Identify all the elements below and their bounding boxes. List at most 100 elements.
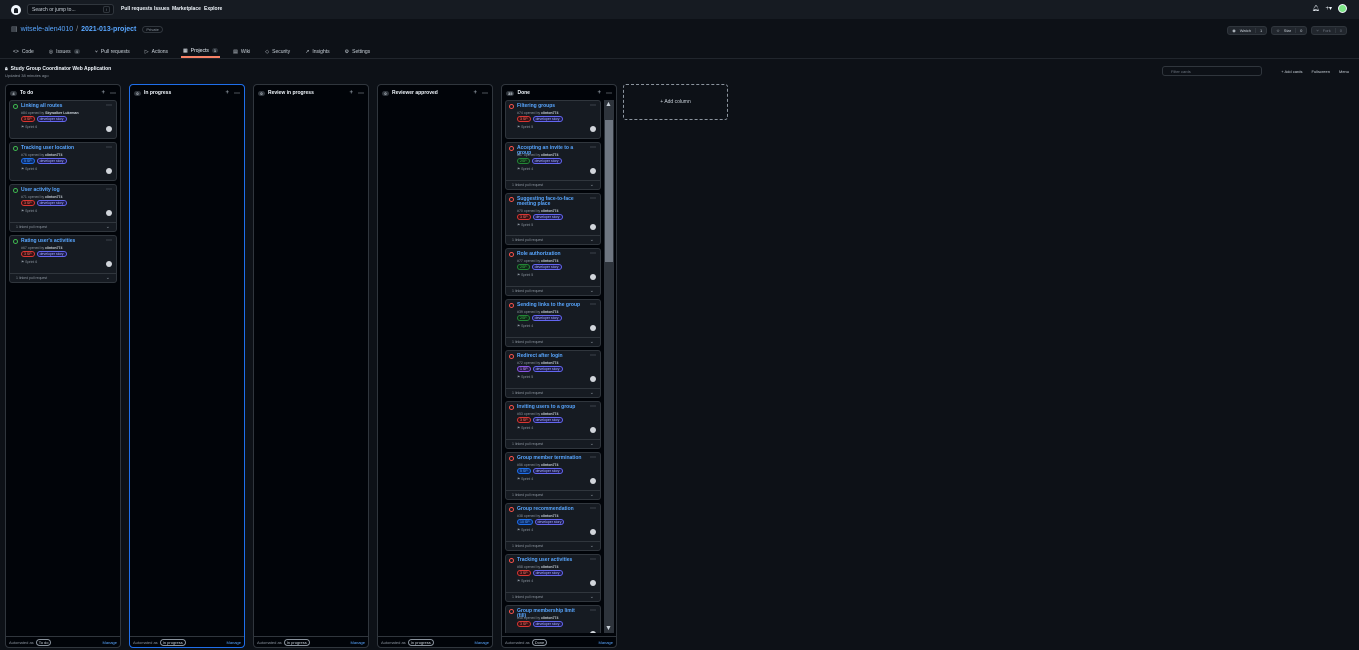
nav-explore[interactable]: Explore — [204, 6, 222, 12]
developer-story-label[interactable]: developer story — [36, 116, 67, 122]
issue-card[interactable]: Inviting users to a group ⋯ #53 opened by … — [505, 401, 601, 449]
developer-story-label[interactable]: developer story — [532, 116, 563, 122]
card-menu-icon[interactable]: ⋯ — [106, 237, 112, 244]
card-menu-icon[interactable]: ⋯ — [590, 556, 596, 563]
milestone[interactable]: ⚑ Sprint 5 — [517, 273, 533, 277]
column-menu-icon[interactable]: ⋯ — [358, 90, 364, 97]
developer-story-label[interactable]: developer story — [531, 315, 562, 321]
assignee-avatar[interactable] — [590, 631, 596, 633]
nav-pull-requests[interactable]: Pull requests — [121, 6, 152, 12]
milestone[interactable]: ⚑ Sprint 6 — [21, 209, 37, 213]
column-menu-icon[interactable]: ⋯ — [482, 90, 488, 97]
card-title[interactable]: Linking all routes — [21, 104, 98, 109]
card-title[interactable]: User activity log — [21, 188, 98, 193]
story-points-label[interactable]: 10 SP — [517, 519, 533, 525]
nav-issues[interactable]: Issues — [154, 6, 170, 12]
repo-name-link[interactable]: 2021-013-project — [81, 26, 136, 33]
milestone[interactable]: ⚑ Sprint 4 — [517, 324, 533, 328]
menu-button[interactable]: Menu — [1339, 69, 1349, 74]
scroll-up-icon[interactable]: ▲ — [605, 101, 612, 108]
issue-card[interactable]: Group membership limit (fill) ⋯ #48 opened… — [505, 605, 601, 633]
issue-card[interactable]: Accepting an invite to a group ⋯ #67 opene… — [505, 142, 601, 190]
fullscreen-button[interactable]: Fullscreen — [1312, 69, 1330, 74]
star-button[interactable]: ☆ Star 0 — [1271, 26, 1308, 35]
card-author[interactable]: clinton774 — [541, 412, 558, 416]
card-author[interactable]: clinton774 — [541, 209, 558, 213]
story-points-label[interactable]: 3 SP — [517, 116, 531, 122]
linked-pull-request[interactable]: 1 linked pull request ⌄ — [506, 490, 600, 499]
repo-owner-link[interactable]: witsele-alen4010 — [21, 26, 74, 33]
developer-story-label[interactable]: developer story — [532, 417, 563, 423]
manage-automation-link[interactable]: Manage — [599, 640, 613, 645]
card-author[interactable]: clinton774 — [541, 616, 558, 620]
card-title[interactable]: Rating user's activities — [21, 239, 98, 244]
linked-pull-request[interactable]: 1 linked pull request ⌄ — [506, 286, 600, 295]
story-points-label[interactable]: 2SP — [517, 158, 530, 164]
story-points-label[interactable]: 3 SP — [517, 417, 531, 423]
card-author[interactable]: clinton774 — [541, 153, 558, 157]
card-title[interactable]: Inviting users to a group — [517, 405, 582, 410]
card-menu-icon[interactable]: ⋯ — [106, 144, 112, 151]
card-title[interactable]: Filtering groups — [517, 104, 582, 109]
tab-code[interactable]: <> Code — [11, 45, 36, 58]
developer-story-label[interactable]: developer story — [534, 519, 565, 525]
plus-menu-icon[interactable]: +▾ — [1325, 5, 1332, 12]
card-title[interactable]: Role authorization — [517, 252, 582, 257]
milestone[interactable]: ⚑ Sprint 5 — [517, 125, 533, 129]
issue-card[interactable]: Redirect after login ⋯ #72 opened by clint… — [505, 350, 601, 398]
story-points-label[interactable]: 5 SP — [517, 468, 531, 474]
issue-card[interactable]: Role authorization ⋯ #77 opened by clinton… — [505, 248, 601, 296]
milestone[interactable]: ⚑ Sprint 6 — [21, 260, 37, 264]
card-menu-icon[interactable]: ⋯ — [106, 186, 112, 193]
scrollbar[interactable]: ▲ ▼ — [604, 100, 614, 633]
assignee-avatar[interactable] — [590, 580, 596, 586]
add-card-icon[interactable]: + — [349, 90, 353, 97]
story-points-label[interactable]: 3 SP — [517, 214, 531, 220]
story-points-label[interactable]: 3 SP — [517, 570, 531, 576]
developer-story-label[interactable]: developer story — [532, 570, 563, 576]
card-author[interactable]: clinton774 — [541, 565, 558, 569]
linked-pull-request[interactable]: 1 linked pull request ⌄ — [506, 388, 600, 397]
scrollbar-thumb[interactable] — [605, 120, 613, 262]
assignee-avatar[interactable] — [106, 168, 112, 174]
card-menu-icon[interactable]: ⋯ — [590, 607, 596, 614]
manage-automation-link[interactable]: Manage — [351, 640, 365, 645]
developer-story-label[interactable]: developer story — [532, 366, 563, 372]
card-menu-icon[interactable]: ⋯ — [106, 102, 112, 109]
card-author[interactable]: clinton774 — [45, 153, 62, 157]
milestone[interactable]: ⚑ Sprint 4 — [517, 477, 533, 481]
milestone[interactable]: ⚑ Sprint 4 — [517, 579, 533, 583]
card-menu-icon[interactable]: ⋯ — [590, 102, 596, 109]
card-title[interactable]: Suggesting face-to-face meeting place — [517, 197, 582, 207]
fork-button[interactable]: ⑂ Fork 0 — [1311, 26, 1347, 35]
card-menu-icon[interactable]: ⋯ — [590, 454, 596, 461]
bell-icon[interactable]: 🔔︎ — [1312, 5, 1320, 12]
card-author[interactable]: clinton774 — [541, 463, 558, 467]
milestone[interactable]: ⚑ Sprint 4 — [517, 426, 533, 430]
search-input[interactable]: Search or jump to... / — [27, 4, 114, 15]
milestone[interactable]: ⚑ Sprint 5 — [517, 223, 533, 227]
card-title[interactable]: Sending links to the group — [517, 303, 582, 308]
linked-pull-request[interactable]: 1 linked pull request ⌄ — [506, 180, 600, 189]
developer-story-label[interactable]: developer story — [36, 200, 67, 206]
card-menu-icon[interactable]: ⋯ — [590, 505, 596, 512]
assignee-avatar[interactable] — [590, 126, 596, 132]
card-author[interactable]: clinton774 — [541, 111, 558, 115]
issue-card[interactable]: Group member termination ⋯ #56 opened by c… — [505, 452, 601, 500]
card-title[interactable]: Group recommendation — [517, 507, 582, 512]
linked-pull-request[interactable]: 1 linked pull request ⌄ — [506, 235, 600, 244]
issue-card[interactable]: User activity log ⋯ #71 opened by clinton7… — [9, 184, 117, 232]
story-points-label[interactable]: 3 SP — [517, 621, 531, 627]
filter-cards-input[interactable]: Filter cards — [1162, 66, 1262, 76]
card-menu-icon[interactable]: ⋯ — [590, 144, 596, 151]
assignee-avatar[interactable] — [590, 376, 596, 382]
milestone[interactable]: ⚑ Sprint 6 — [21, 167, 37, 171]
issue-card[interactable]: Group recommendation ⋯ #38 opened by clint… — [505, 503, 601, 551]
linked-pull-request[interactable]: 1 linked pull request ⌄ — [506, 541, 600, 550]
issue-card[interactable]: Linking all routes ⋯ #84 opened by Skywalk… — [9, 100, 117, 139]
assignee-avatar[interactable] — [590, 274, 596, 280]
story-points-label[interactable]: 3 SP — [21, 200, 35, 206]
developer-story-label[interactable]: developer story — [36, 158, 67, 164]
issue-card[interactable]: Tracking user location ⋯ #76 opened by cli… — [9, 142, 117, 181]
milestone[interactable]: ⚑ Sprint 5 — [517, 375, 533, 379]
